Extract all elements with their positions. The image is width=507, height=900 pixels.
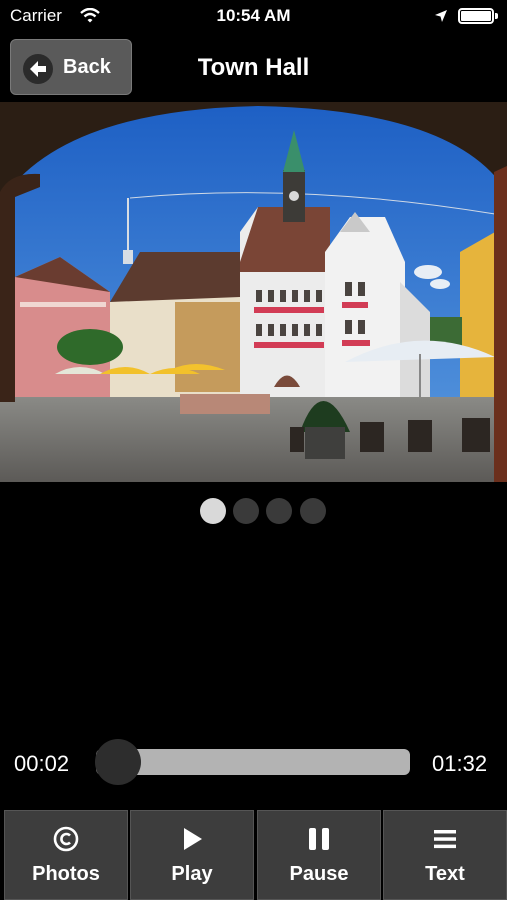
battery-tip	[495, 13, 498, 19]
battery-icon	[458, 8, 494, 24]
text-button[interactable]: Text	[383, 810, 507, 900]
photos-button[interactable]: Photos	[4, 810, 128, 900]
copyright-icon	[5, 825, 127, 853]
elapsed-time: 00:02	[14, 751, 70, 776]
progress-slider[interactable]	[95, 739, 410, 785]
page-indicator	[0, 498, 507, 524]
page-dot-1[interactable]	[200, 498, 226, 524]
text-label: Text	[425, 863, 465, 885]
pause-icon	[258, 825, 380, 853]
total-time: 01:32	[432, 751, 488, 776]
page-title: Town Hall	[197, 54, 310, 81]
town-hall-photo[interactable]	[0, 102, 507, 482]
page-dot-2[interactable]	[233, 498, 259, 524]
pause-label: Pause	[289, 863, 349, 885]
play-icon	[131, 825, 253, 853]
location-arrow-icon	[434, 9, 448, 28]
page-dot-4[interactable]	[300, 498, 326, 524]
bottom-toolbar: Photos Play Pause Text	[0, 810, 507, 900]
page-dot-3[interactable]	[266, 498, 292, 524]
town-hall-illustration	[0, 102, 507, 482]
audio-player: 00:02 01:32	[0, 739, 507, 788]
play-label: Play	[171, 863, 213, 885]
status-time: 10:54 AM	[216, 6, 291, 25]
slider-thumb[interactable]	[95, 739, 141, 785]
status-bar: Carrier 10:54 AM	[0, 0, 507, 34]
play-button[interactable]: Play	[130, 810, 254, 900]
menu-lines-icon	[384, 825, 506, 853]
photos-label: Photos	[32, 863, 100, 885]
navigation-bar: Back Town Hall	[0, 36, 507, 102]
pause-button[interactable]: Pause	[257, 810, 381, 900]
